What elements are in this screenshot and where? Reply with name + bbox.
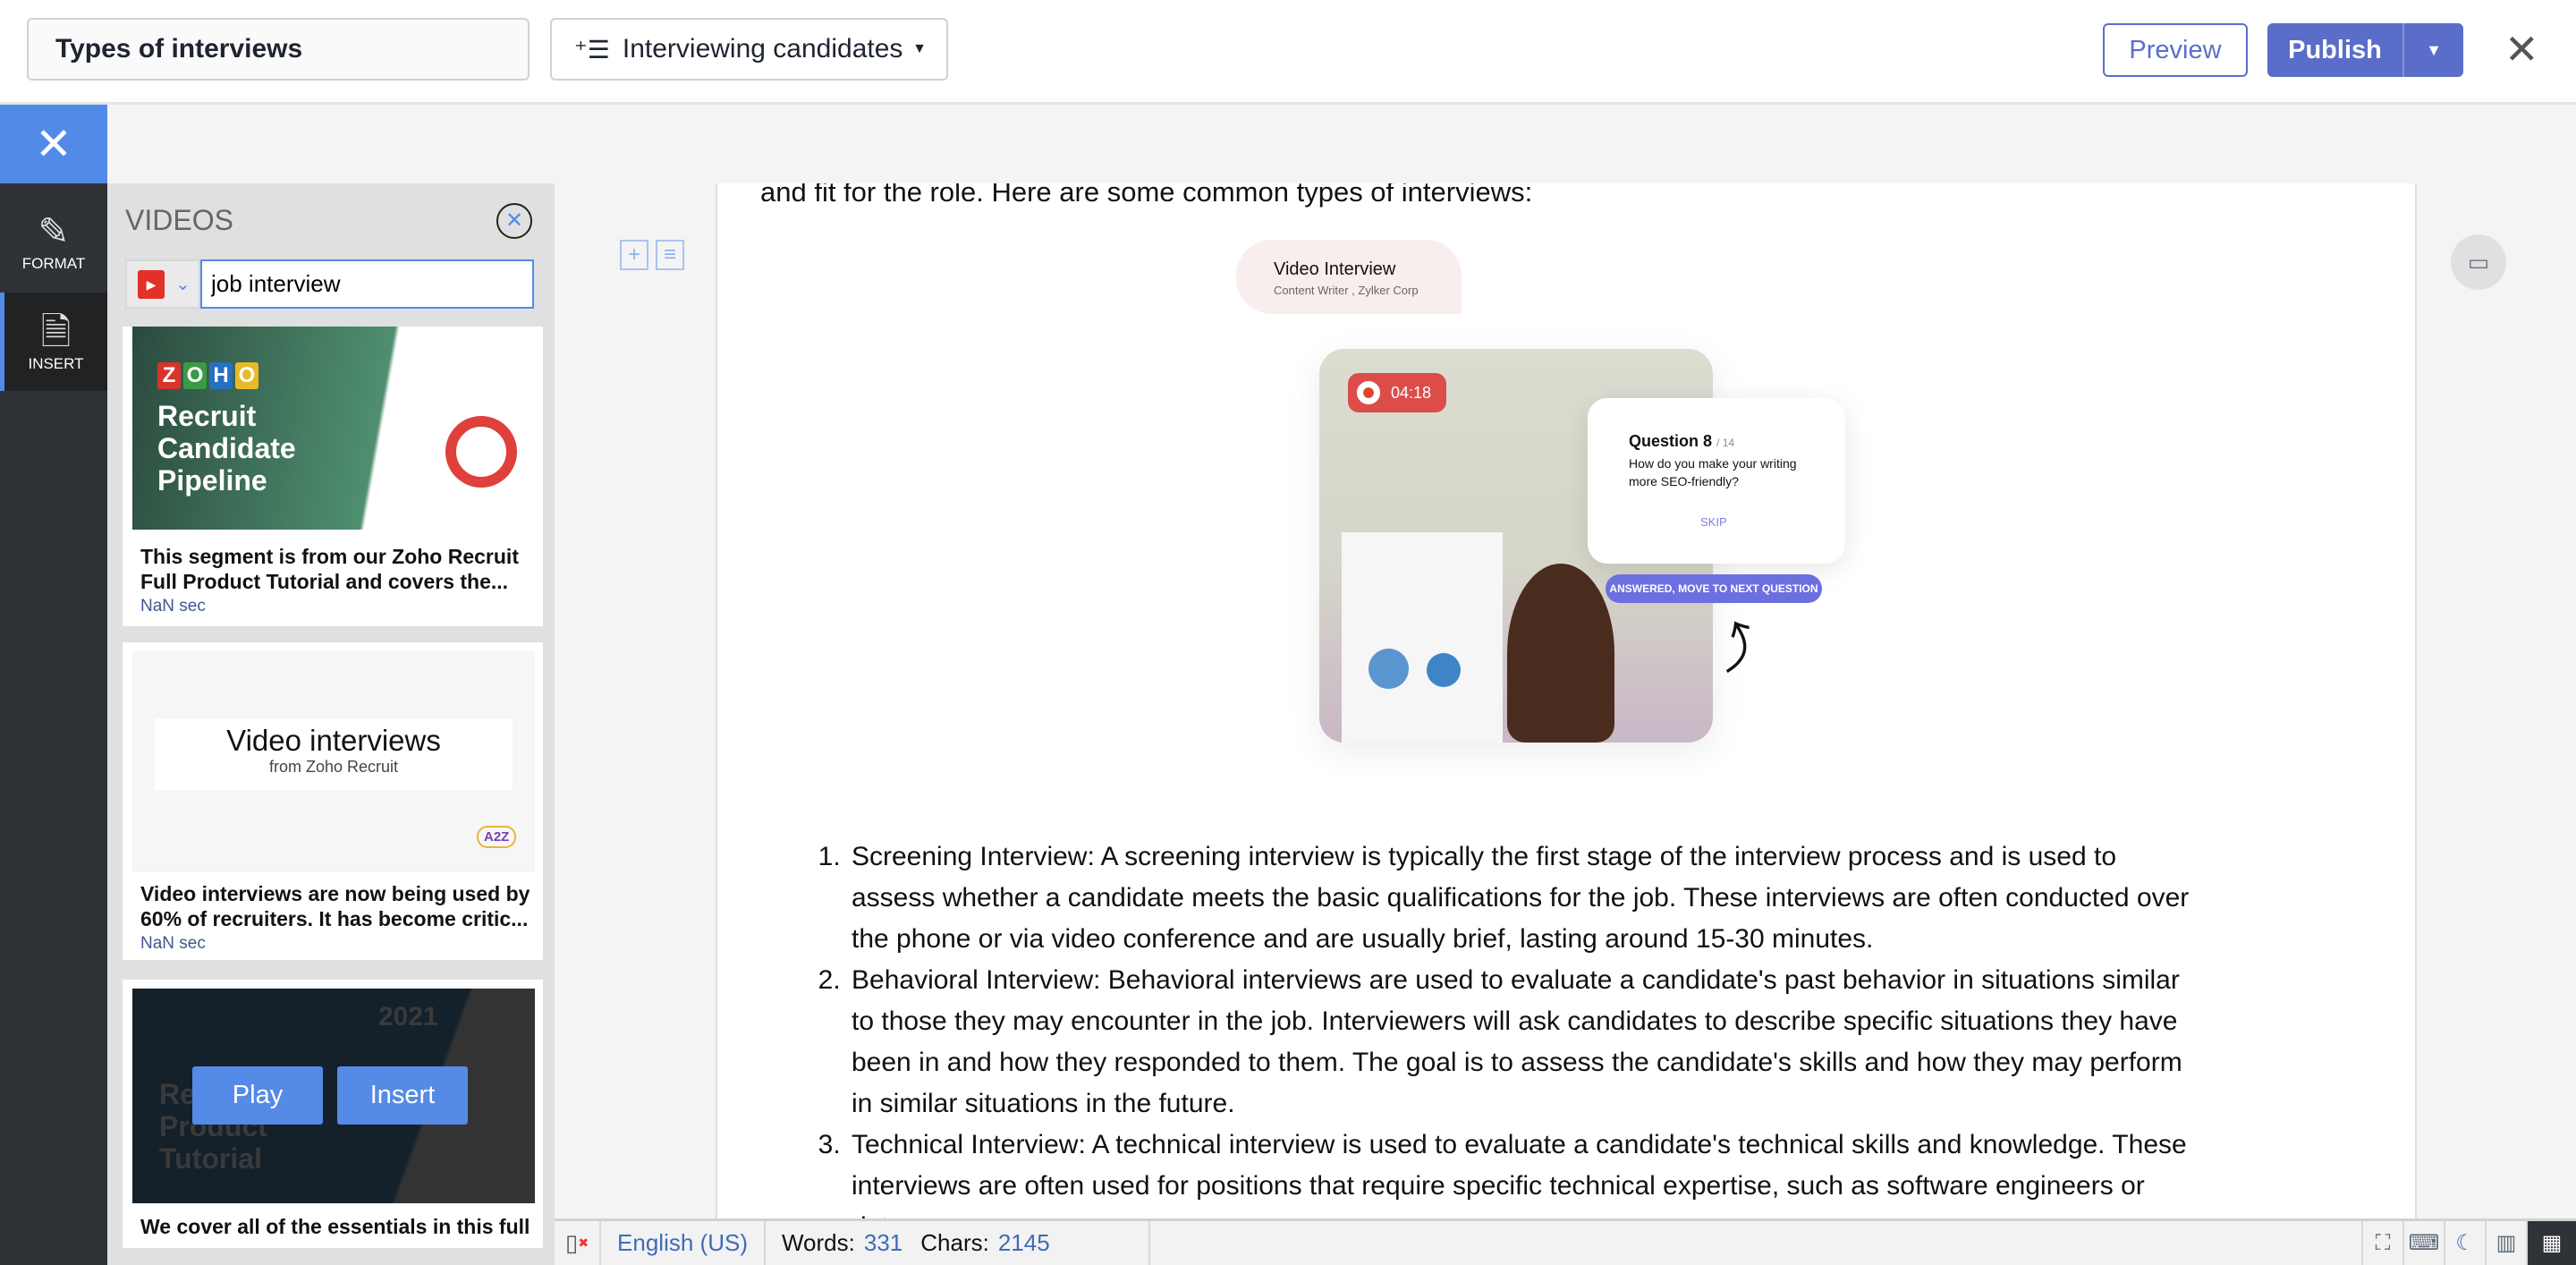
skip-link: SKIP — [1700, 515, 1727, 529]
video-card[interactable]: 2021 Recruit Full Product Tutorial Play … — [123, 980, 543, 1248]
thumb-title-box: Video interviews from Zoho Recruit — [155, 718, 513, 790]
block-tools: + ≡ — [620, 240, 684, 270]
reading-view-icon[interactable]: ▦ — [2526, 1221, 2576, 1265]
timer-value: 04:18 — [1391, 383, 1432, 402]
close-panel-circle-icon[interactable]: ✕ — [496, 203, 532, 239]
layout-panel-icon[interactable]: ▭ — [2451, 234, 2506, 290]
video-title: Video interviews are now being used by 6… — [140, 882, 530, 930]
recording-timer: 04:18 — [1348, 373, 1446, 412]
rail-format-label: FORMAT — [21, 255, 86, 272]
close-editor-icon[interactable]: ✕ — [2504, 27, 2539, 72]
panel-title: VIDEOS — [125, 204, 233, 236]
person — [1507, 564, 1614, 743]
rail-format[interactable]: ✎ FORMAT — [0, 183, 107, 291]
spellcheck-off-icon[interactable]: ▯ ✖ — [555, 1221, 602, 1265]
a2z-badge: A2Z — [477, 826, 517, 848]
thumb-title: Video interviews — [226, 724, 441, 757]
question-total: / 14 — [1716, 437, 1735, 449]
recruit-logo-icon — [445, 416, 517, 488]
publish-label[interactable]: Publish — [2267, 23, 2404, 77]
video-title: We cover all of the essentials in this f… — [140, 1215, 530, 1238]
interview-types-list[interactable]: Screening Interview: A screening intervi… — [805, 836, 2200, 1218]
pill-card: Video Interview Content Writer , Zylker … — [1236, 240, 1462, 314]
next-question-button: ANSWERED, MOVE TO NEXT QUESTION — [1606, 574, 1822, 603]
chars-label: Chars: — [920, 1229, 989, 1256]
category-label: Interviewing candidates — [622, 34, 903, 64]
document-page[interactable]: and fit for the role. Here are some comm… — [716, 183, 2417, 1218]
youtube-icon: ▶ — [138, 269, 165, 299]
stop-icon — [1357, 381, 1380, 404]
list-add-icon: ⁺☰ — [574, 35, 610, 64]
list-item[interactable]: Behavioral Interview: Behavioral intervi… — [848, 960, 2200, 1125]
thumb-year: 2021 — [378, 1002, 438, 1032]
video-thumbnail[interactable]: 2021 Recruit Full Product Tutorial Play … — [132, 989, 535, 1203]
pie-chart-icon — [1368, 649, 1409, 689]
insert-document-icon: 🗎 — [40, 310, 72, 352]
chars-value: 2145 — [997, 1229, 1050, 1256]
video-thumbnail[interactable]: 2021 ZOHO Recruit Candidate Pipeline — [132, 327, 535, 530]
rail-insert-label: INSERT — [28, 355, 84, 372]
preview-button[interactable]: Preview — [2103, 23, 2248, 77]
category-dropdown[interactable]: ⁺☰ Interviewing candidates ▼ — [550, 18, 948, 81]
thumb-title: Recruit Candidate Pipeline — [157, 400, 296, 497]
rail-insert[interactable]: 🗎 INSERT — [0, 293, 107, 391]
caret-down-icon: ▼ — [912, 41, 927, 56]
title-input[interactable]: Types of interviews — [27, 18, 530, 81]
fullscreen-icon[interactable]: ⛶ — [2361, 1221, 2402, 1265]
video-duration: NaN sec — [140, 597, 206, 616]
brush-icon: ✎ — [38, 210, 70, 252]
words-value: 331 — [863, 1229, 903, 1256]
video-card[interactable]: 2021 ZOHO Recruit Candidate Pipeline Thi… — [123, 327, 543, 626]
word-count: Words: 331 Chars: 2145 — [766, 1221, 1150, 1265]
paragraph-icon[interactable]: ≡ — [656, 240, 684, 270]
list-item[interactable]: Technical Interview: A technical intervi… — [848, 1125, 2200, 1218]
play-button[interactable]: Play — [192, 1066, 323, 1125]
words-label: Words: — [781, 1229, 855, 1256]
pill-title: Video Interview — [1274, 259, 1396, 279]
pie-chart-icon — [1427, 653, 1461, 687]
chart-paper — [1342, 532, 1503, 743]
zoho-logo: ZOHO — [157, 362, 258, 389]
language-selector[interactable]: English (US) — [601, 1221, 766, 1265]
page-view-icon[interactable]: ▥ — [2485, 1221, 2526, 1265]
keyboard-icon[interactable]: ⌨ — [2402, 1221, 2444, 1265]
video-card[interactable]: Video interviews from Zoho Recruit A2Z V… — [123, 642, 543, 960]
thumb-subtitle: from Zoho Recruit — [268, 758, 399, 776]
video-thumbnail[interactable]: Video interviews from Zoho Recruit A2Z — [132, 651, 535, 872]
dark-mode-icon[interactable]: ☾ — [2444, 1221, 2485, 1265]
thumb-year: 2021 — [423, 334, 483, 363]
paragraph[interactable]: and fit for the role. Here are some comm… — [760, 183, 1532, 208]
status-bar: ▯ ✖ English (US) Words: 331 Chars: 2145 ⛶ ⌨… — [555, 1218, 2576, 1265]
question-text: How do you make your writing more SEO-fr… — [1629, 456, 1797, 488]
add-block-icon[interactable]: + — [620, 240, 648, 270]
question-card: Question 8 / 14 How do you make your wri… — [1588, 398, 1845, 564]
publish-button[interactable]: Publish ▼ — [2267, 23, 2463, 77]
pill-subtitle: Content Writer , Zylker Corp — [1274, 284, 1419, 297]
publish-menu-caret-icon[interactable]: ▼ — [2404, 41, 2463, 60]
list-item[interactable]: Screening Interview: A screening intervi… — [848, 836, 2200, 960]
close-panel-icon[interactable]: ✕ — [0, 105, 107, 183]
source-selector[interactable]: ▶ ⌄ — [125, 259, 200, 309]
video-duration: NaN sec — [140, 934, 206, 953]
video-title: This segment is from our Zoho Recruit Fu… — [140, 545, 519, 593]
insert-button[interactable]: Insert — [337, 1066, 468, 1125]
chevron-down-icon: ⌄ — [175, 275, 191, 294]
question-label: Question 8 — [1629, 432, 1713, 450]
video-search-input[interactable] — [200, 259, 534, 309]
